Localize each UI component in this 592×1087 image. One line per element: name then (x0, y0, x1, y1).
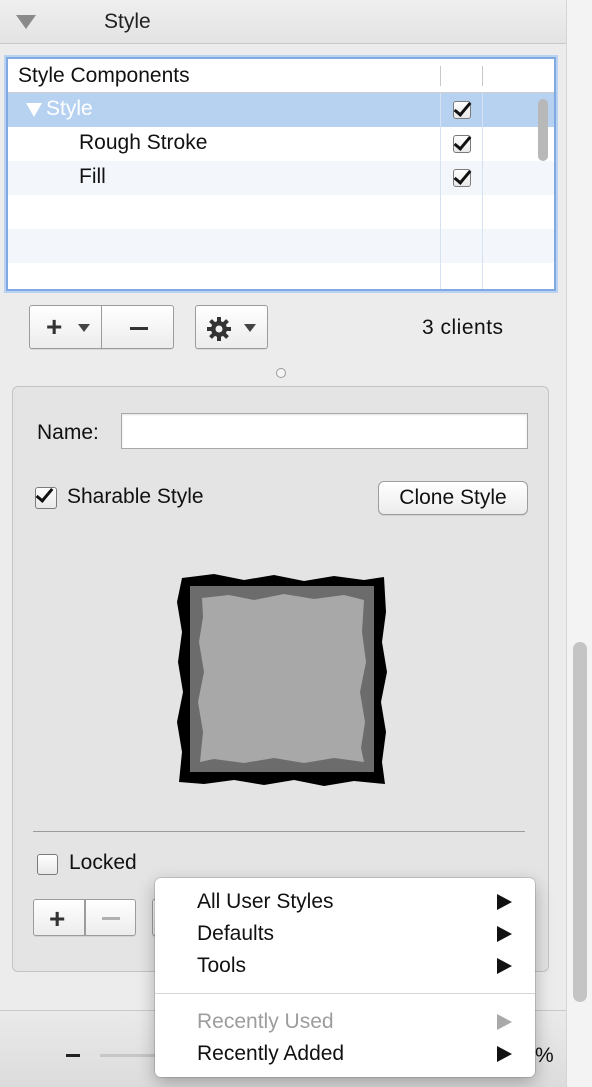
style-preview-swatch (177, 574, 387, 786)
menu-item-label: All User Styles (197, 890, 334, 913)
row-label: Style (46, 97, 93, 120)
table-row-fill[interactable]: Fill (8, 161, 554, 195)
section-title: Style (104, 10, 151, 33)
action-menu-button[interactable] (195, 305, 268, 349)
menu-item-recently-added[interactable]: Recently Added (155, 1038, 535, 1070)
table-scrollbar-thumb[interactable] (538, 99, 548, 161)
remove-component-button[interactable] (101, 305, 174, 349)
disclosure-triangle-icon[interactable] (16, 15, 36, 29)
style-components-table[interactable]: Style Components Style Rough Stroke Fill (6, 57, 556, 291)
row-enabled-checkbox[interactable] (453, 169, 471, 187)
submenu-arrow-icon (497, 894, 512, 910)
chevron-down-icon (78, 324, 90, 332)
menu-item-recently-used: Recently Used (155, 1006, 535, 1038)
column-header-style-components[interactable]: Style Components (18, 64, 190, 88)
zoom-percent-label: % (535, 1044, 554, 1067)
zoom-out-icon[interactable] (66, 1054, 80, 1057)
clone-style-button[interactable]: Clone Style (378, 481, 528, 515)
minus-icon (130, 327, 148, 330)
locked-label[interactable]: Locked (69, 851, 137, 875)
row-label: Fill (79, 165, 106, 188)
empty-row (8, 229, 554, 263)
empty-row (8, 195, 554, 229)
inspector-section-header[interactable]: Style (0, 0, 566, 44)
submenu-arrow-icon (497, 926, 512, 942)
plus-icon: + (49, 903, 66, 934)
submenu-arrow-icon (497, 1014, 512, 1030)
table-row-rough-stroke[interactable]: Rough Stroke (8, 127, 554, 161)
minus-icon (102, 917, 120, 920)
menu-separator (155, 993, 535, 994)
add-style-button[interactable]: + (33, 899, 85, 936)
table-header: Style Components (8, 59, 554, 93)
remove-style-button[interactable] (85, 899, 136, 936)
add-component-button[interactable]: + (29, 305, 102, 349)
row-enabled-checkbox[interactable] (453, 101, 471, 119)
gear-icon (207, 317, 231, 341)
sharable-style-label[interactable]: Sharable Style (67, 485, 204, 509)
submenu-arrow-icon (497, 1046, 512, 1062)
submenu-arrow-icon (497, 958, 512, 974)
inspector-scrollbar-thumb[interactable] (573, 642, 587, 1002)
style-name-field[interactable] (121, 413, 528, 449)
column-separator (440, 66, 441, 86)
menu-item-label: Tools (197, 954, 247, 977)
zoom-slider[interactable] (100, 1054, 156, 1057)
menu-item-all-user-styles[interactable]: All User Styles (155, 886, 535, 918)
split-view-handle[interactable] (276, 368, 286, 378)
column-gridline (482, 93, 483, 289)
plus-icon: + (46, 311, 63, 342)
column-separator (482, 66, 483, 86)
menu-item-label: Defaults (197, 922, 275, 945)
chevron-down-icon (244, 324, 256, 332)
locked-checkbox[interactable] (37, 854, 58, 875)
column-gridline (440, 93, 441, 289)
menu-item-label: Recently Added (197, 1042, 345, 1065)
style-library-menu: All User Styles Defaults Tools Recently … (155, 878, 535, 1077)
row-enabled-checkbox[interactable] (453, 135, 471, 153)
row-label: Rough Stroke (79, 131, 208, 154)
expand-triangle-icon[interactable] (26, 103, 42, 117)
menu-item-label: Recently Used (197, 1010, 334, 1033)
menu-item-defaults[interactable]: Defaults (155, 918, 535, 950)
empty-row (8, 263, 554, 289)
name-label: Name: (37, 421, 99, 444)
sharable-style-checkbox[interactable] (35, 487, 57, 509)
menu-item-tools[interactable]: Tools (155, 950, 535, 982)
section-divider (33, 831, 525, 832)
clients-count: 3 clients (422, 316, 504, 339)
table-row-style[interactable]: Style (8, 93, 554, 127)
